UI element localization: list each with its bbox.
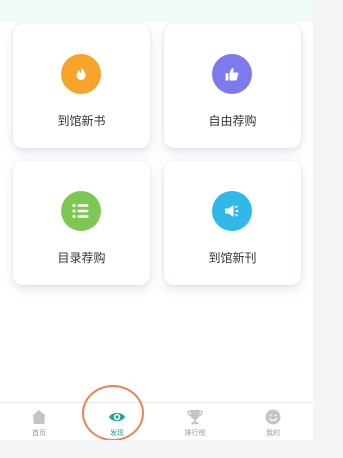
megaphone-icon	[212, 191, 252, 231]
tab-home[interactable]: 首页	[0, 406, 78, 440]
top-band	[0, 0, 313, 22]
card-label: 到馆新刊	[208, 251, 257, 265]
new-books-card[interactable]: 到馆新书	[13, 24, 150, 148]
highlight-annotation-ring	[82, 385, 144, 440]
catalog-recommend-card[interactable]: 目录荐购	[13, 161, 150, 285]
card-label: 到馆新书	[57, 114, 106, 128]
home-icon	[31, 410, 47, 424]
tab-label: 我的	[266, 429, 280, 437]
tab-label: 首页	[32, 429, 46, 437]
card-label: 目录荐购	[57, 251, 106, 265]
list-icon	[61, 191, 101, 231]
tab-label: 排行榜	[184, 429, 206, 437]
tabbar-divider	[0, 402, 313, 403]
trophy-icon	[187, 410, 203, 425]
smile-icon	[265, 409, 281, 425]
new-journals-card[interactable]: 到馆新刊	[164, 161, 301, 285]
fire-icon	[61, 54, 101, 94]
tab-ranking[interactable]: 排行榜	[156, 406, 234, 440]
free-recommend-card[interactable]: 自由荐购	[164, 24, 301, 148]
tab-mine[interactable]: 我的	[234, 406, 312, 440]
card-label: 自由荐购	[208, 114, 257, 128]
thumbs-up-icon	[212, 54, 252, 94]
app-screen: 到馆新书 自由荐购 目录荐购 到馆新刊 首页 发现 排行榜 我的	[0, 0, 313, 440]
